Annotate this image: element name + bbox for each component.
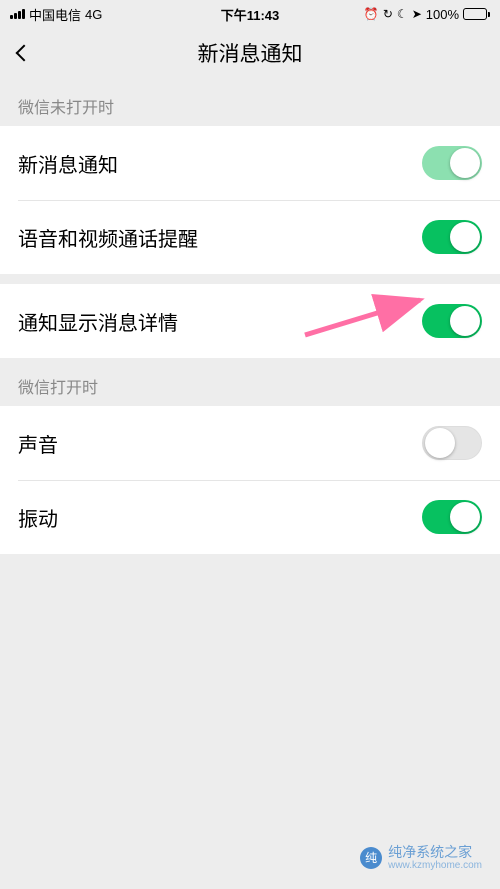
status-bar: 中国电信 4G 下午11:43 ⏰ ↻ ☾ ➤ 100% [0, 0, 500, 28]
chevron-left-icon [16, 45, 33, 62]
status-left: 中国电信 4G [10, 5, 102, 24]
alarm-icon: ⏰ [364, 7, 379, 21]
section-header: 微信未打开时 [0, 78, 500, 126]
row-label: 振动 [18, 503, 58, 532]
toggle-vibrate[interactable] [422, 500, 482, 534]
row-vibrate: 振动 [0, 480, 500, 554]
toggle-new-message-notify[interactable] [422, 146, 482, 180]
signal-bars-icon [10, 9, 25, 19]
row-sound: 声音 [0, 406, 500, 480]
row-label: 新消息通知 [18, 149, 118, 178]
network-label: 4G [85, 7, 102, 22]
location-icon: ➤ [412, 7, 422, 21]
row-label: 声音 [18, 429, 58, 458]
row-group: 新消息通知 语音和视频通话提醒 [0, 126, 500, 274]
toggle-sound[interactable] [422, 426, 482, 460]
status-right: ⏰ ↻ ☾ ➤ 100% [364, 7, 490, 22]
refresh-icon: ↻ [383, 7, 393, 21]
row-label: 语音和视频通话提醒 [18, 223, 198, 252]
row-label: 通知显示消息详情 [18, 307, 178, 336]
back-button[interactable] [18, 38, 48, 68]
row-voice-video-alert: 语音和视频通话提醒 [0, 200, 500, 274]
section-header: 微信打开时 [0, 358, 500, 406]
battery-icon [463, 8, 490, 20]
toggle-voice-video-alert[interactable] [422, 220, 482, 254]
row-group: 通知显示消息详情 [0, 284, 500, 358]
watermark-url: www.kzmyhome.com [388, 860, 482, 871]
moon-icon: ☾ [397, 7, 408, 21]
watermark-logo-icon: 纯 [360, 847, 382, 869]
page-title: 新消息通知 [198, 38, 303, 68]
row-group: 声音 振动 [0, 406, 500, 554]
status-time: 下午11:43 [221, 5, 280, 24]
toggle-show-message-detail[interactable] [422, 304, 482, 338]
carrier-label: 中国电信 [29, 5, 81, 24]
watermark: 纯 纯净系统之家 www.kzmyhome.com [360, 845, 482, 871]
battery-percent: 100% [426, 7, 459, 22]
row-new-message-notify: 新消息通知 [0, 126, 500, 200]
row-show-message-detail: 通知显示消息详情 [0, 284, 500, 358]
watermark-name: 纯净系统之家 [388, 845, 482, 860]
nav-bar: 新消息通知 [0, 28, 500, 78]
